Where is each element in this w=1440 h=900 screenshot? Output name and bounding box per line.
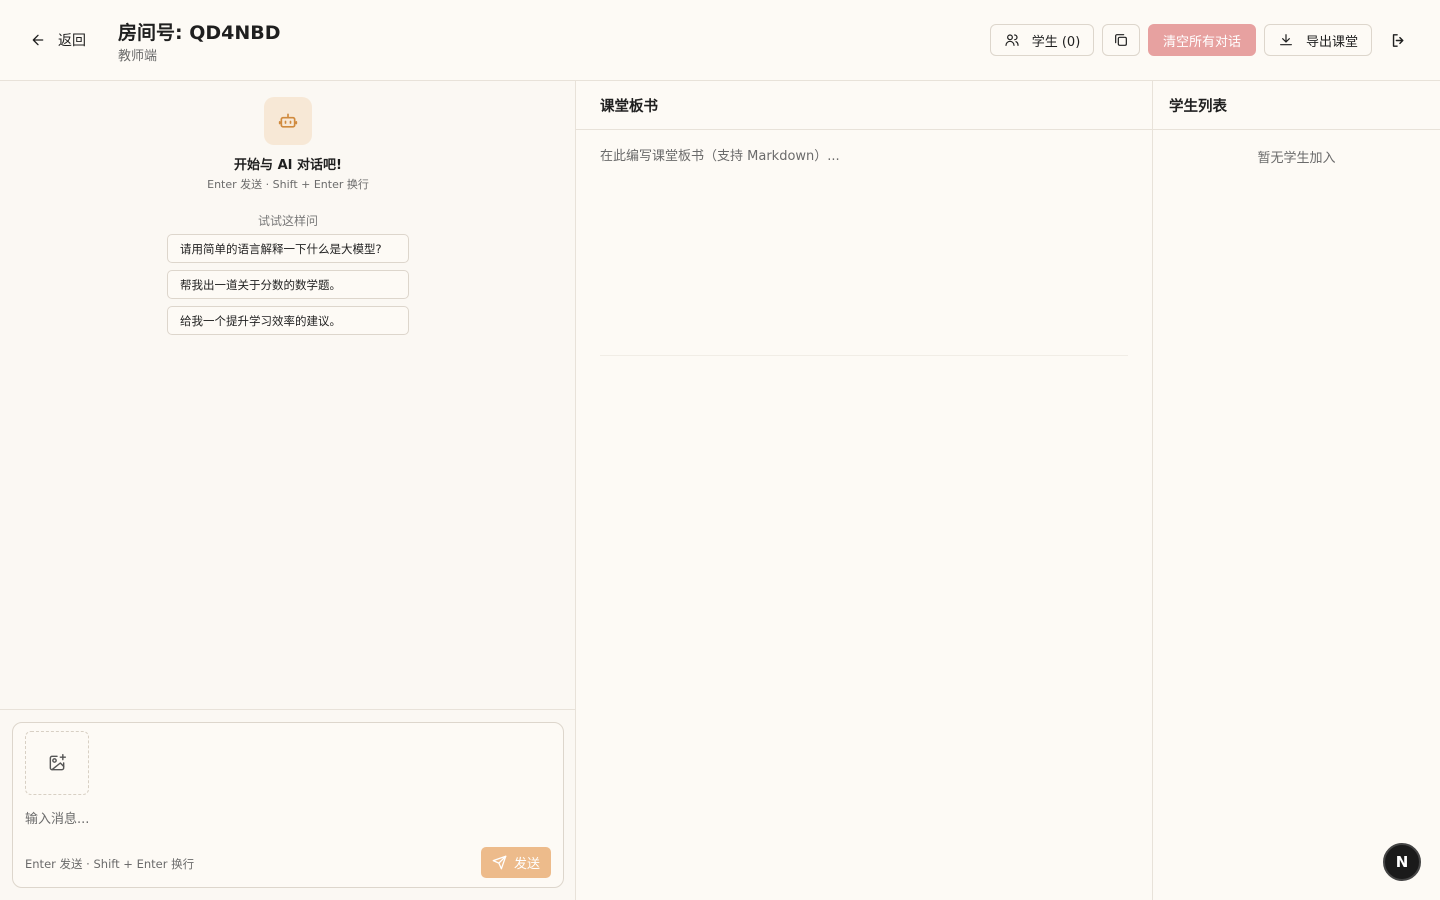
export-button[interactable]: 导出课堂 bbox=[1264, 24, 1372, 56]
download-icon bbox=[1280, 34, 1292, 46]
clear-all-button[interactable]: 清空所有对话 bbox=[1148, 24, 1256, 56]
bot-avatar bbox=[264, 97, 312, 145]
role-label: 教师端 bbox=[118, 49, 158, 64]
send-button[interactable]: 发送 bbox=[481, 847, 551, 878]
students-title: 学生列表 bbox=[1169, 99, 1227, 115]
input-hint: Enter 发送 · Shift + Enter 换行 bbox=[25, 857, 195, 871]
bot-icon bbox=[278, 113, 298, 128]
board-editor[interactable] bbox=[600, 147, 1128, 355]
arrow-left-icon bbox=[32, 34, 44, 46]
n-badge-button[interactable]: N bbox=[1383, 843, 1421, 881]
export-button-label: 导出课堂 bbox=[1305, 34, 1358, 50]
board-editor-bottom bbox=[600, 355, 1128, 356]
students-button-label: 学生 (0) bbox=[1031, 34, 1081, 50]
students-button[interactable]: 学生 (0) bbox=[990, 24, 1094, 56]
board-panel: 课堂板书 bbox=[576, 81, 1153, 900]
page-title: 房间号: QD4NBD bbox=[118, 22, 281, 44]
students-divider bbox=[1153, 129, 1440, 130]
image-upload-button[interactable] bbox=[25, 731, 89, 795]
students-empty-state: 暂无学生加入 bbox=[1257, 151, 1336, 166]
copy-icon bbox=[1115, 34, 1127, 46]
message-input[interactable] bbox=[25, 808, 545, 830]
board-divider bbox=[576, 129, 1152, 130]
logout-icon bbox=[1392, 33, 1403, 47]
image-plus-icon bbox=[49, 753, 67, 771]
send-label: 发送 bbox=[513, 857, 540, 872]
back-button[interactable]: 返回 bbox=[30, 28, 86, 52]
welcome-hint: Enter 发送 · Shift + Enter 换行 bbox=[207, 178, 369, 191]
header: 返回 房间号: QD4NBD 教师端 学生 (0) 清空所有对话 导出课堂 bbox=[0, 0, 1440, 81]
welcome-title: 开始与 AI 对话吧! bbox=[234, 158, 342, 173]
chat-panel: 开始与 AI 对话吧! Enter 发送 · Shift + Enter 换行 … bbox=[0, 81, 576, 900]
suggestion-button[interactable]: 请用简单的语言解释一下什么是大模型? bbox=[167, 234, 409, 263]
students-panel: 学生列表 暂无学生加入 bbox=[1153, 81, 1440, 900]
chat-divider bbox=[0, 709, 575, 710]
logout-button[interactable] bbox=[1386, 28, 1410, 52]
clear-button-label: 清空所有对话 bbox=[1162, 34, 1241, 50]
users-icon bbox=[1005, 34, 1019, 46]
send-icon bbox=[492, 855, 507, 870]
board-title: 课堂板书 bbox=[600, 99, 658, 115]
suggestion-button[interactable]: 给我一个提升学习效率的建议。 bbox=[167, 306, 409, 335]
message-composer: Enter 发送 · Shift + Enter 换行 发送 bbox=[12, 722, 564, 888]
suggestion-button[interactable]: 帮我出一道关于分数的数学题。 bbox=[167, 270, 409, 299]
try-label: 试试这样问 bbox=[257, 214, 318, 228]
back-label: 返回 bbox=[58, 33, 86, 49]
copy-button[interactable] bbox=[1102, 24, 1140, 56]
